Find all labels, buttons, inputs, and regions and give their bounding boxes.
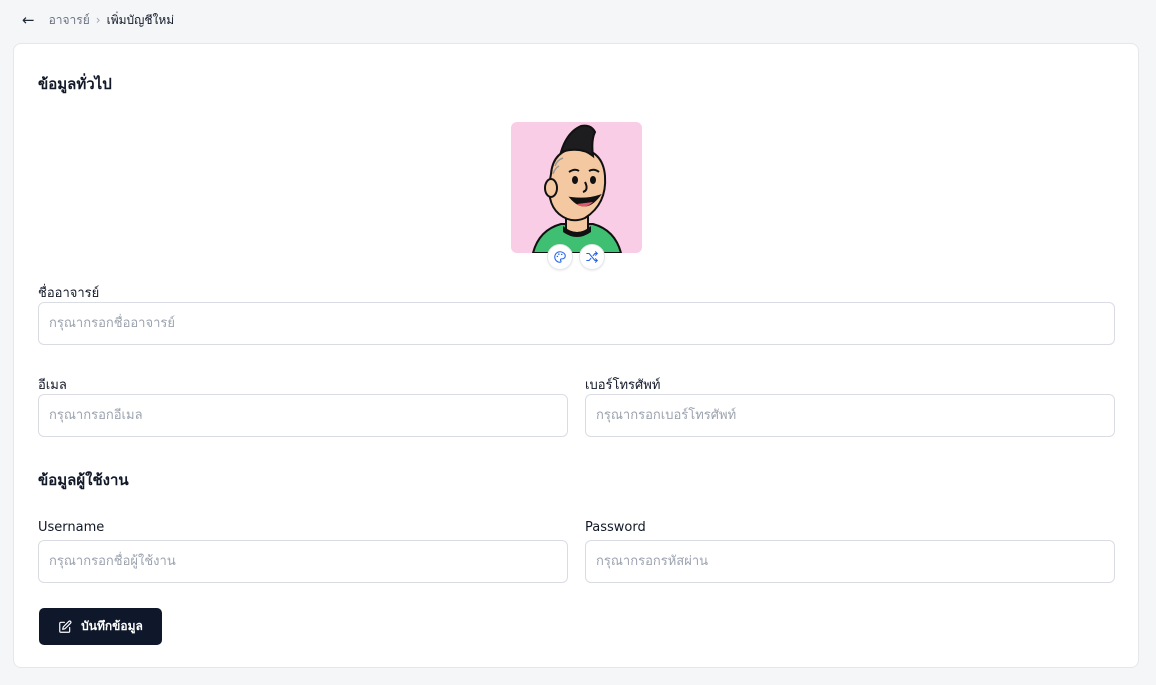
breadcrumb-bar: ← อาจารย์ › เพิ่มบัญชีใหม่: [0, 0, 1156, 40]
shuffle-icon: [586, 251, 598, 263]
email-input[interactable]: [38, 394, 568, 437]
phone-label: เบอร์โทรศัพท์: [585, 378, 661, 393]
edit-icon: [59, 620, 72, 633]
save-button-label: บันทึกข้อมูล: [81, 619, 143, 633]
account-section-title: ข้อมูลผู้ใช้งาน: [38, 471, 129, 489]
avatar-illustration: [531, 124, 623, 253]
palette-icon: [554, 251, 566, 263]
name-input[interactable]: [38, 302, 1115, 345]
password-input[interactable]: [585, 540, 1115, 583]
breadcrumb-separator: ›: [95, 13, 101, 27]
avatar: [511, 122, 642, 253]
name-label: ชื่ออาจารย์: [38, 286, 100, 301]
breadcrumb-parent[interactable]: อาจารย์: [49, 11, 90, 30]
general-section-title: ข้อมูลทั่วไป: [38, 75, 112, 93]
form-card: ข้อมูลทั่วไป ชื่ออาจารย์ กรุณากรอกชื่ออา…: [13, 43, 1139, 668]
palette-button[interactable]: [547, 244, 573, 270]
arrow-left-icon[interactable]: ←: [22, 12, 35, 28]
avatar-container: [511, 122, 642, 270]
password-label: Password: [585, 520, 646, 535]
phone-input[interactable]: [585, 394, 1115, 437]
username-label: Username: [38, 520, 105, 535]
save-button[interactable]: บันทึกข้อมูล: [39, 608, 162, 645]
shuffle-button[interactable]: [579, 244, 605, 270]
breadcrumb-current: เพิ่มบัญชีใหม่: [106, 12, 175, 27]
email-label: อีเมล: [38, 378, 67, 393]
username-input[interactable]: [38, 540, 568, 583]
